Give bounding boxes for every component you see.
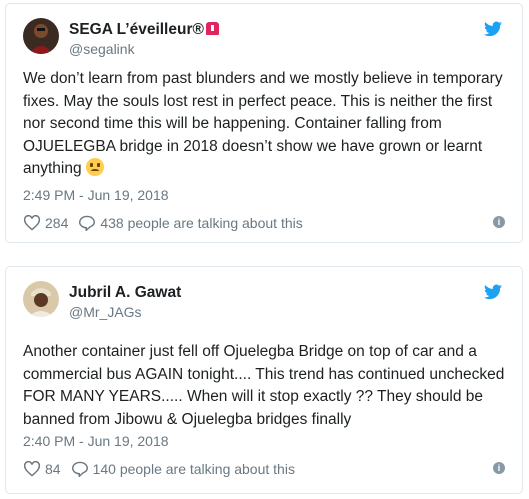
heart-icon[interactable] [23, 215, 41, 231]
info-icon[interactable]: i [493, 462, 505, 474]
author-handle[interactable]: @Mr_JAGs [69, 304, 142, 320]
siren-icon [205, 22, 219, 35]
tweet-text: Another container just fell off Ojuelegb… [23, 343, 505, 428]
twitter-bird-icon[interactable] [484, 284, 502, 300]
speech-bubble-icon[interactable] [78, 215, 96, 231]
talking-count[interactable]: 140 people are talking about this [93, 461, 295, 477]
speech-bubble-icon[interactable] [71, 461, 89, 477]
disappointed-face-icon [85, 158, 104, 176]
like-count[interactable]: 84 [45, 461, 61, 477]
avatar[interactable] [23, 281, 59, 317]
author-handle[interactable]: @segalink [69, 41, 135, 57]
talking-count[interactable]: 438 people are talking about this [100, 215, 302, 231]
tweet-text: We don’t learn from past blunders and we… [23, 68, 513, 181]
tweet-actions: 284 438 people are talking about this i [23, 213, 505, 233]
heart-icon[interactable] [23, 461, 41, 477]
tweet-actions: 84 140 people are talking about this i [23, 459, 505, 479]
author-name-text: SEGA L’éveilleur® [69, 21, 204, 38]
tweet-card-1: SEGA L’éveilleur® @segalink We don’t lea… [5, 3, 523, 243]
tweet-timestamp[interactable]: 2:49 PM - Jun 19, 2018 [23, 187, 169, 203]
author-name[interactable]: SEGA L’éveilleur® [69, 21, 219, 39]
twitter-bird-icon[interactable] [484, 21, 502, 37]
avatar[interactable] [23, 18, 59, 54]
info-icon[interactable]: i [493, 216, 505, 228]
tweet-card-2: Jubril A. Gawat @Mr_JAGs Another contain… [5, 266, 523, 494]
tweet-timestamp[interactable]: 2:40 PM - Jun 19, 2018 [23, 433, 169, 449]
like-count[interactable]: 284 [45, 215, 68, 231]
author-name[interactable]: Jubril A. Gawat [69, 284, 181, 302]
